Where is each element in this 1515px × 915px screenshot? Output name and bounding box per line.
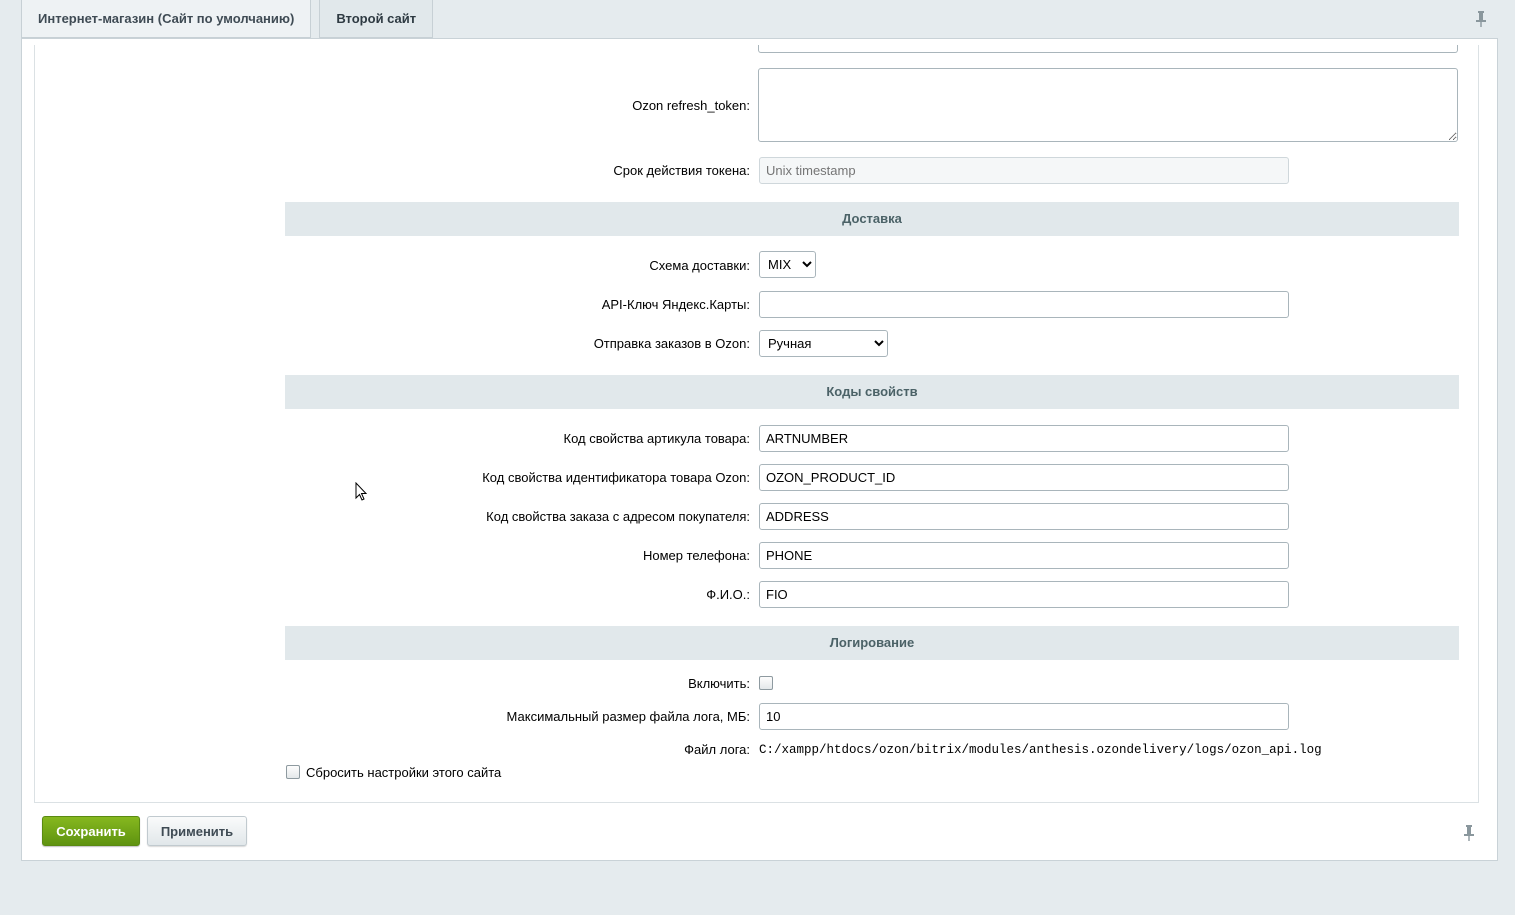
article-code-label: Код свойства артикула товара: xyxy=(563,431,751,446)
log-max-size-label: Максимальный размер файла лога, МБ: xyxy=(506,709,750,724)
settings-form: Ozon refresh_token: Срок действия токена… xyxy=(34,45,1479,803)
apply-button[interactable]: Применить xyxy=(147,816,247,846)
product-id-code-label: Код свойства идентификатора товара Ozon: xyxy=(482,470,750,485)
send-orders-label: Отправка заказов в Ozon: xyxy=(593,336,750,351)
product-id-code-input[interactable] xyxy=(759,464,1289,491)
pin-icon[interactable] xyxy=(1474,10,1488,28)
site-tabs: Интернет-магазин (Сайт по умолчанию) Вто… xyxy=(21,0,441,38)
log-file-path: C:/xampp/htdocs/ozon/bitrix/modules/anth… xyxy=(759,743,1322,757)
save-button[interactable]: Сохранить xyxy=(42,816,140,846)
phone-code-input[interactable] xyxy=(759,542,1289,569)
tab-second-site[interactable]: Второй сайт xyxy=(319,0,434,38)
token-expiry-input[interactable] xyxy=(759,157,1289,184)
section-logging-header: Логирование xyxy=(285,626,1459,660)
pin-icon[interactable] xyxy=(1462,824,1476,842)
fio-code-label: Ф.И.О.: xyxy=(706,587,750,602)
section-delivery-header: Доставка xyxy=(285,202,1459,236)
log-max-size-input[interactable] xyxy=(759,703,1289,730)
previous-textarea[interactable] xyxy=(758,45,1458,53)
refresh-token-textarea[interactable] xyxy=(758,68,1458,142)
yandex-key-label: API-Ключ Яндекс.Карты: xyxy=(601,297,750,312)
settings-panel: Ozon refresh_token: Срок действия токена… xyxy=(21,38,1498,861)
log-file-label: Файл лога: xyxy=(684,742,750,757)
address-code-input[interactable] xyxy=(759,503,1289,530)
token-expiry-label: Срок действия токена: xyxy=(613,163,750,178)
fio-code-input[interactable] xyxy=(759,581,1289,608)
section-codes-header: Коды свойств xyxy=(285,375,1459,409)
logging-enable-label: Включить: xyxy=(688,676,750,691)
article-code-input[interactable] xyxy=(759,425,1289,452)
address-code-label: Код свойства заказа с адресом покупателя… xyxy=(486,509,750,524)
yandex-key-input[interactable] xyxy=(759,291,1289,318)
delivery-scheme-select[interactable]: MIX xyxy=(759,251,816,278)
logging-enable-checkbox[interactable] xyxy=(759,676,773,690)
delivery-scheme-label: Схема доставки: xyxy=(649,258,750,273)
reset-site-label[interactable]: Сбросить настройки этого сайта xyxy=(306,765,501,780)
cursor-icon xyxy=(355,482,368,501)
tab-default-site[interactable]: Интернет-магазин (Сайт по умолчанию) xyxy=(21,0,312,38)
phone-code-label: Номер телефона: xyxy=(643,548,750,563)
send-orders-select[interactable]: Ручная xyxy=(759,330,888,357)
refresh-token-label: Ozon refresh_token: xyxy=(632,98,750,113)
reset-site-checkbox[interactable] xyxy=(286,765,300,779)
